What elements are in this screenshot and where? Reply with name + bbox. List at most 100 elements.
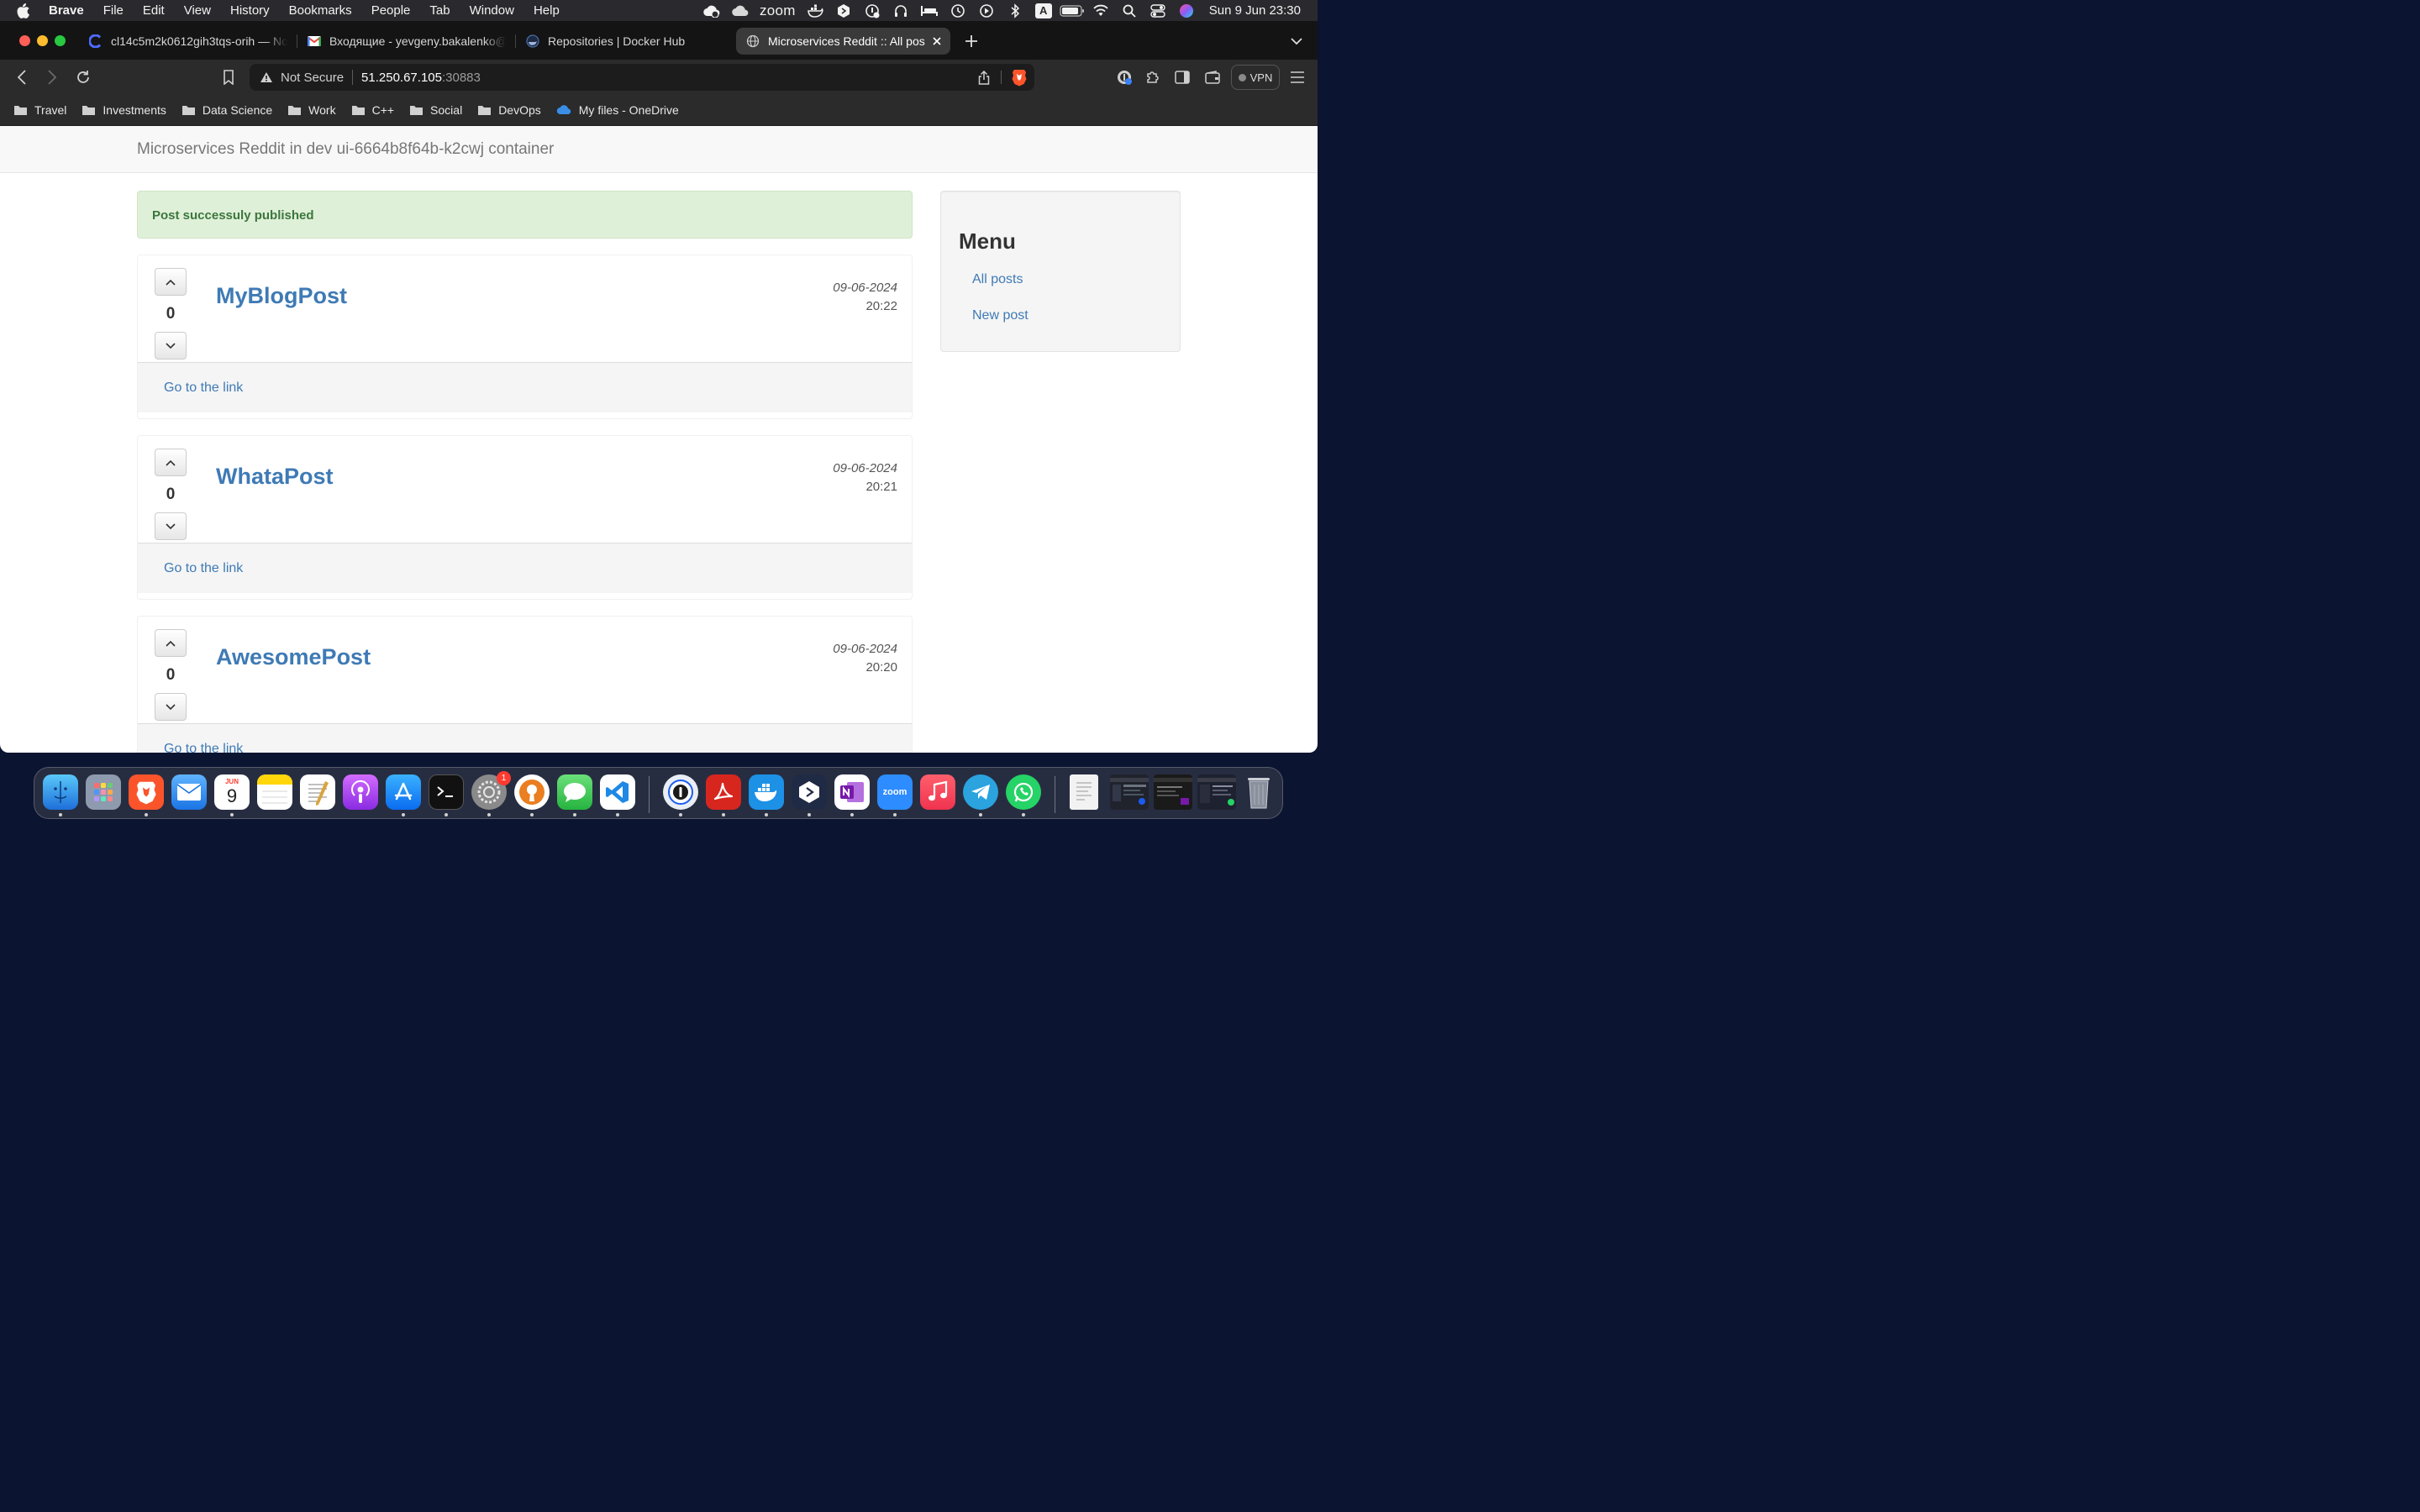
keyboard-input-icon[interactable]: A <box>1029 3 1058 18</box>
calendar-icon[interactable]: JUN 9 <box>214 774 250 810</box>
music-icon[interactable] <box>920 774 955 810</box>
menu-window[interactable]: Window <box>470 3 514 18</box>
bookmark-social[interactable]: Social <box>409 103 462 117</box>
zoom-status-icon[interactable]: zoom <box>755 3 801 19</box>
bookmark-investments[interactable]: Investments <box>82 103 166 117</box>
bluetooth-icon[interactable] <box>1001 3 1029 18</box>
brave-shields-icon[interactable] <box>1011 68 1028 87</box>
whatsapp-icon[interactable] <box>1006 774 1041 810</box>
wifi-icon[interactable] <box>1086 4 1115 17</box>
bookmark-work[interactable]: Work <box>287 103 336 117</box>
upvote-button[interactable] <box>155 629 187 657</box>
trash-icon[interactable] <box>1241 774 1276 810</box>
menu-history[interactable]: History <box>230 3 270 18</box>
address-bar[interactable]: Not Secure 51.250.67.105 :30883 <box>250 64 1034 91</box>
downvote-button[interactable] <box>155 512 187 540</box>
reload-icon[interactable] <box>75 69 92 86</box>
post-title-link[interactable]: WhataPost <box>216 464 334 490</box>
finder-icon[interactable] <box>43 774 78 810</box>
bookmark-cpp[interactable]: C++ <box>351 103 394 117</box>
messages-icon[interactable] <box>557 774 592 810</box>
tab-docker-hub[interactable]: Repositories | Docker Hub <box>526 28 724 55</box>
menu-bookmarks[interactable]: Bookmarks <box>289 3 352 18</box>
mail-icon[interactable] <box>171 774 207 810</box>
menu-bar-clock[interactable]: Sun 9 Jun 23:30 <box>1209 3 1301 18</box>
forward-arrow-icon[interactable] <box>44 69 60 86</box>
menu-app-brave[interactable]: Brave <box>49 3 84 18</box>
go-to-link[interactable]: Go to the link <box>164 381 243 396</box>
downvote-button[interactable] <box>155 332 187 360</box>
hamburger-menu-icon[interactable] <box>1289 69 1306 86</box>
cloud-sync-icon[interactable] <box>697 4 726 18</box>
window-close-button[interactable] <box>19 35 30 46</box>
bookmark-devops[interactable]: DevOps <box>477 103 541 117</box>
window-minimize-button[interactable] <box>37 35 48 46</box>
wallet-icon[interactable] <box>1204 69 1221 86</box>
control-center-icon[interactable] <box>1144 3 1172 18</box>
tab-microservices-reddit[interactable]: Microservices Reddit :: All pos <box>736 28 950 55</box>
window-zoom-button[interactable] <box>55 35 66 46</box>
sidebar-link-all-posts[interactable]: All posts <box>972 272 1023 287</box>
battery-icon[interactable] <box>1058 4 1086 17</box>
apple-menu-icon[interactable] <box>17 3 32 18</box>
upvote-button[interactable] <box>155 268 187 296</box>
window-thumbnail-3-icon[interactable] <box>1197 774 1236 810</box>
spotlight-search-icon[interactable] <box>1115 4 1144 18</box>
back-arrow-icon[interactable] <box>13 69 30 86</box>
tab-gmail[interactable]: Входящие - yevgeny.bakalenko@g <box>308 28 506 55</box>
document-thumbnail-icon[interactable] <box>1070 774 1098 810</box>
vpn-button[interactable]: VPN <box>1231 65 1280 90</box>
vpn-shield-icon[interactable] <box>858 3 886 18</box>
openvpn-icon[interactable] <box>514 774 550 810</box>
acrobat-icon[interactable] <box>706 774 741 810</box>
siri-icon[interactable] <box>1172 3 1201 18</box>
bookmark-travel[interactable]: Travel <box>13 103 66 117</box>
docker-status-icon[interactable] <box>801 4 829 18</box>
ai-assistant-icon[interactable] <box>829 3 858 18</box>
onenote-icon[interactable] <box>834 774 870 810</box>
bookmark-onedrive[interactable]: My files - OneDrive <box>556 103 679 117</box>
app-store-icon[interactable] <box>386 774 421 810</box>
icloud-icon[interactable] <box>726 5 755 17</box>
textedit-icon[interactable] <box>300 774 335 810</box>
menu-tab[interactable]: Tab <box>429 3 450 18</box>
tab-codesandbox[interactable]: cl14c5m2k0612gih3tqs-orih — No <box>89 28 287 55</box>
bookmark-icon[interactable] <box>220 69 237 86</box>
vscode-icon[interactable] <box>600 774 635 810</box>
share-icon[interactable] <box>978 71 990 85</box>
cursor-ai-icon[interactable] <box>792 774 827 810</box>
new-tab-plus-icon[interactable] <box>964 34 979 49</box>
menu-file[interactable]: File <box>103 3 124 18</box>
menu-help[interactable]: Help <box>534 3 560 18</box>
go-to-link[interactable]: Go to the link <box>164 561 243 576</box>
brave-browser-icon[interactable] <box>129 774 164 810</box>
extensions-puzzle-icon[interactable] <box>1144 69 1161 86</box>
upvote-button[interactable] <box>155 449 187 476</box>
post-title-link[interactable]: MyBlogPost <box>216 283 347 309</box>
bed-sleep-icon[interactable] <box>915 5 944 17</box>
notes-icon[interactable] <box>257 774 292 810</box>
sidebar-toggle-icon[interactable] <box>1174 69 1191 86</box>
bookmark-data-science[interactable]: Data Science <box>182 103 272 117</box>
podcasts-icon[interactable] <box>343 774 378 810</box>
not-secure-label[interactable]: Not Secure <box>281 71 344 85</box>
launchpad-icon[interactable] <box>86 774 121 810</box>
downvote-button[interactable] <box>155 693 187 721</box>
menu-edit[interactable]: Edit <box>143 3 165 18</box>
tab-close-icon[interactable] <box>930 34 944 48</box>
docker-desktop-icon[interactable] <box>749 774 784 810</box>
extension-onepassword-icon[interactable] <box>1116 69 1133 86</box>
warning-triangle-icon[interactable] <box>260 71 273 83</box>
post-title-link[interactable]: AwesomePost <box>216 644 371 670</box>
menu-view[interactable]: View <box>184 3 211 18</box>
headphones-icon[interactable] <box>886 3 915 18</box>
window-thumbnail-1-icon[interactable] <box>1110 774 1149 810</box>
site-brand[interactable]: Microservices Reddit in dev ui-6664b8f64… <box>137 140 554 159</box>
go-to-link[interactable]: Go to the link <box>164 742 243 753</box>
time-machine-icon[interactable] <box>944 3 972 18</box>
menu-people[interactable]: People <box>371 3 411 18</box>
telegram-icon[interactable] <box>963 774 998 810</box>
tab-list-chevron-icon[interactable] <box>1290 35 1303 47</box>
sidebar-link-new-post[interactable]: New post <box>972 308 1028 323</box>
media-play-icon[interactable] <box>972 3 1001 18</box>
